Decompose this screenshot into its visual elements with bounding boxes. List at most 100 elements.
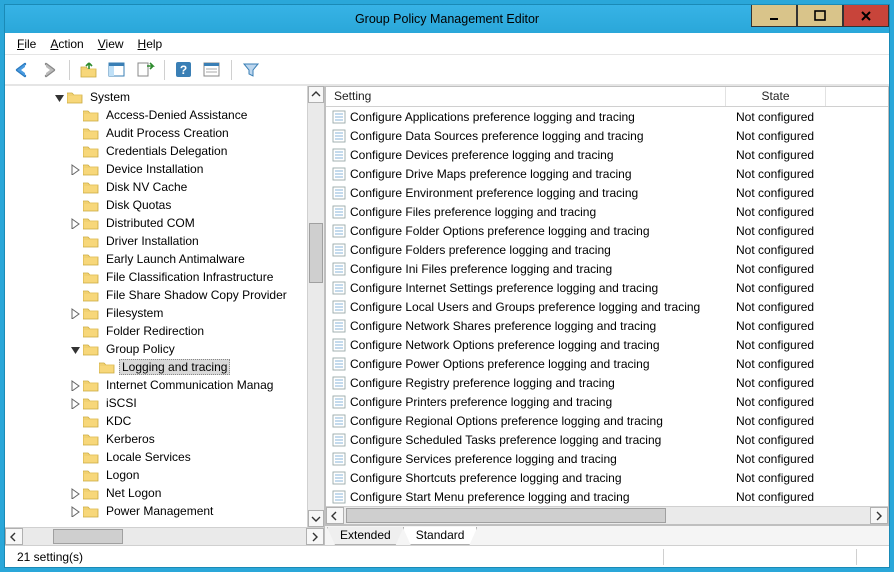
- tree-item[interactable]: Audit Process Creation: [5, 124, 324, 142]
- settings-row[interactable]: Configure Data Sources preference loggin…: [326, 126, 888, 145]
- scroll-right-icon[interactable]: [306, 528, 324, 545]
- settings-row[interactable]: Configure Scheduled Tasks preference log…: [326, 430, 888, 449]
- tree-item[interactable]: Internet Communication Manag: [5, 376, 324, 394]
- settings-row[interactable]: Configure Local Users and Groups prefere…: [326, 297, 888, 316]
- tree-item[interactable]: Power Management: [5, 502, 324, 520]
- scroll-up-icon[interactable]: [308, 86, 324, 103]
- tree-item[interactable]: Logon: [5, 466, 324, 484]
- scroll-track[interactable]: [344, 507, 870, 524]
- setting-cell: Configure Network Options preference log…: [326, 338, 726, 352]
- tree[interactable]: System Access-Denied AssistanceAudit Proc…: [5, 86, 324, 527]
- tree-item[interactable]: Disk NV Cache: [5, 178, 324, 196]
- settings-row[interactable]: Configure Network Options preference log…: [326, 335, 888, 354]
- tree-item[interactable]: iSCSI: [5, 394, 324, 412]
- settings-row[interactable]: Configure Power Options preference loggi…: [326, 354, 888, 373]
- policy-icon: [332, 148, 346, 162]
- tree-item[interactable]: Folder Redirection: [5, 322, 324, 340]
- tree-item[interactable]: File Share Shadow Copy Provider: [5, 286, 324, 304]
- tree-item[interactable]: Device Installation: [5, 160, 324, 178]
- tree-item[interactable]: Logging and tracing: [5, 358, 324, 376]
- expand-icon[interactable]: [69, 163, 81, 175]
- expand-icon[interactable]: [69, 397, 81, 409]
- expand-icon[interactable]: [69, 505, 81, 517]
- tab-standard[interactable]: Standard: [403, 527, 478, 545]
- up-one-level-button[interactable]: [78, 59, 100, 81]
- menu-file[interactable]: File: [11, 35, 42, 53]
- scroll-thumb[interactable]: [53, 529, 123, 544]
- forward-button[interactable]: [39, 59, 61, 81]
- tree-item-label: System: [87, 90, 133, 104]
- column-header-state[interactable]: State: [726, 87, 826, 106]
- tree-horizontal-scrollbar[interactable]: [5, 527, 324, 545]
- settings-row[interactable]: Configure Applications preference loggin…: [326, 107, 888, 126]
- settings-row[interactable]: Configure Files preference logging and t…: [326, 202, 888, 221]
- state-cell: Not configured: [726, 262, 826, 276]
- tree-vertical-scrollbar[interactable]: [307, 86, 324, 527]
- settings-list[interactable]: Configure Applications preference loggin…: [326, 107, 888, 506]
- scroll-right-icon[interactable]: [870, 507, 888, 524]
- scroll-left-icon[interactable]: [326, 507, 344, 524]
- policy-icon: [332, 471, 346, 485]
- scroll-left-icon[interactable]: [5, 528, 23, 545]
- settings-row[interactable]: Configure Internet Settings preference l…: [326, 278, 888, 297]
- list-horizontal-scrollbar[interactable]: [326, 506, 888, 524]
- tree-item[interactable]: Disk Quotas: [5, 196, 324, 214]
- scroll-down-icon[interactable]: [308, 510, 324, 527]
- settings-row[interactable]: Configure Drive Maps preference logging …: [326, 164, 888, 183]
- column-header-setting[interactable]: Setting: [326, 87, 726, 106]
- settings-row[interactable]: Configure Network Shares preference logg…: [326, 316, 888, 335]
- settings-row[interactable]: Configure Printers preference logging an…: [326, 392, 888, 411]
- settings-row[interactable]: Configure Start Menu preference logging …: [326, 487, 888, 506]
- help-button[interactable]: [173, 59, 195, 81]
- tree-item[interactable]: KDC: [5, 412, 324, 430]
- tree-item[interactable]: Filesystem: [5, 304, 324, 322]
- expand-icon[interactable]: [69, 217, 81, 229]
- properties-button[interactable]: [201, 59, 223, 81]
- tree-item[interactable]: System: [5, 88, 324, 106]
- tree-item[interactable]: Kerberos: [5, 430, 324, 448]
- collapse-icon[interactable]: [69, 343, 81, 355]
- settings-row[interactable]: Configure Shortcuts preference logging a…: [326, 468, 888, 487]
- filter-button[interactable]: [240, 59, 262, 81]
- settings-row[interactable]: Configure Registry preference logging an…: [326, 373, 888, 392]
- menu-action[interactable]: Action: [44, 35, 89, 53]
- scroll-thumb[interactable]: [309, 223, 323, 283]
- tree-item[interactable]: Locale Services: [5, 448, 324, 466]
- titlebar[interactable]: Group Policy Management Editor: [5, 5, 889, 33]
- tree-item[interactable]: Group Policy: [5, 340, 324, 358]
- tree-item[interactable]: Distributed COM: [5, 214, 324, 232]
- menu-view[interactable]: View: [92, 35, 130, 53]
- tree-item[interactable]: Access-Denied Assistance: [5, 106, 324, 124]
- column-header-empty[interactable]: [826, 87, 888, 106]
- back-button[interactable]: [11, 59, 33, 81]
- tree-item[interactable]: File Classification Infrastructure: [5, 268, 324, 286]
- tree-pane: System Access-Denied AssistanceAudit Proc…: [5, 86, 325, 545]
- show-hide-tree-button[interactable]: [106, 59, 128, 81]
- scroll-track[interactable]: [23, 528, 306, 545]
- settings-row[interactable]: Configure Environment preference logging…: [326, 183, 888, 202]
- expand-icon[interactable]: [69, 487, 81, 499]
- tree-item[interactable]: Net Logon: [5, 484, 324, 502]
- scroll-track[interactable]: [308, 103, 324, 510]
- tree-item[interactable]: Driver Installation: [5, 232, 324, 250]
- maximize-button[interactable]: [797, 5, 843, 27]
- folder-icon: [83, 396, 99, 410]
- settings-row[interactable]: Configure Ini Files preference logging a…: [326, 259, 888, 278]
- export-list-button[interactable]: [134, 59, 156, 81]
- settings-row[interactable]: Configure Devices preference logging and…: [326, 145, 888, 164]
- settings-row[interactable]: Configure Services preference logging an…: [326, 449, 888, 468]
- menu-help[interactable]: Help: [132, 35, 169, 53]
- expand-icon[interactable]: [69, 379, 81, 391]
- collapse-icon[interactable]: [53, 91, 65, 103]
- settings-row[interactable]: Configure Regional Options preference lo…: [326, 411, 888, 430]
- settings-row[interactable]: Configure Folder Options preference logg…: [326, 221, 888, 240]
- tree-item-label: Logon: [103, 468, 142, 482]
- minimize-button[interactable]: [751, 5, 797, 27]
- tab-extended[interactable]: Extended: [327, 527, 404, 545]
- tree-item[interactable]: Credentials Delegation: [5, 142, 324, 160]
- tree-item[interactable]: Early Launch Antimalware: [5, 250, 324, 268]
- scroll-thumb[interactable]: [346, 508, 666, 523]
- expand-icon[interactable]: [69, 307, 81, 319]
- close-button[interactable]: [843, 5, 889, 27]
- settings-row[interactable]: Configure Folders preference logging and…: [326, 240, 888, 259]
